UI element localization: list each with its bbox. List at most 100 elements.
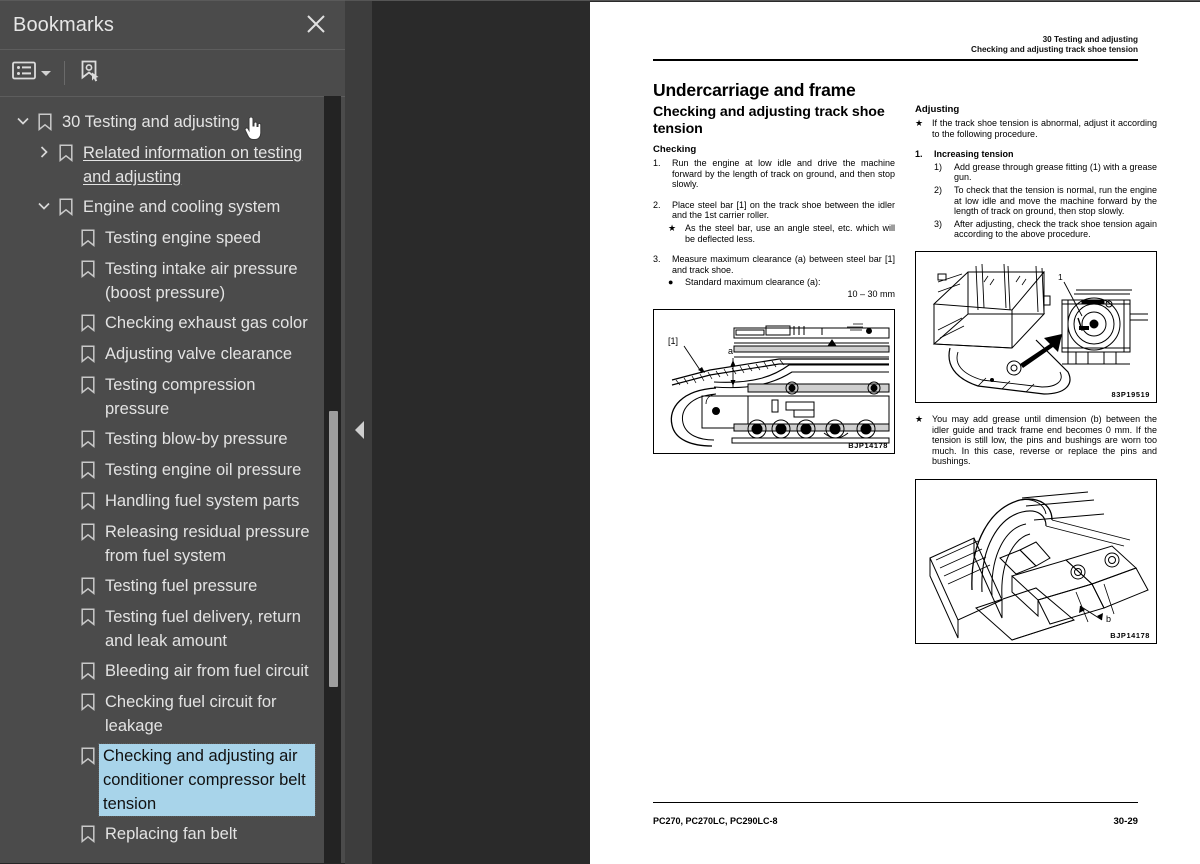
collapse-sidebar-handle[interactable] [355,421,364,439]
page-title: Undercarriage and frame [653,80,856,100]
substep-1-text: Add grease through grease fitting (1) wi… [954,161,1157,183]
step-3: 3. Measure maximum clearance (a) between… [653,254,895,275]
figure-idler-guide: b BJP14178 [915,478,1157,644]
bookmark-item[interactable]: Checking exhaust gas color [0,308,345,339]
section-heading: Checking and adjusting track shoe tensio… [653,104,885,137]
chevron-down-icon[interactable] [33,195,55,213]
bookmark-item-label: Checking fuel circuit for leakage [105,693,277,735]
bookmark-icon [77,342,99,363]
bookmark-icon [55,195,77,216]
bookmark-item[interactable]: Testing compression pressure [0,370,345,424]
header-line-2: Checking and adjusting track shoe tensio… [971,45,1138,54]
bookmark-icon [77,489,99,510]
bookmarks-panel-header: Bookmarks [0,1,345,50]
bookmark-item[interactable]: Testing fuel pressure [0,571,345,602]
bookmark-icon [77,458,99,479]
figure-idler-guide-drawing: b [929,491,1149,641]
bookmark-icon [77,690,99,711]
bookmark-item[interactable]: 30 Testing and adjusting [0,107,345,140]
bookmark-item[interactable]: Testing blow-by pressure [0,424,345,455]
figure-grease-fitting-drawing: 1 [932,263,1148,395]
bookmark-item[interactable]: Engine and cooling system [0,192,345,223]
star-bullet-icon: ★ [668,222,677,233]
bookmark-icon [34,110,56,131]
figure-label-1: 1 [1058,272,1063,282]
bookmark-item[interactable]: Checking and adjusting air conditioner c… [0,741,345,819]
bookmark-item[interactable]: Replacing fan belt [0,819,345,850]
substep-2-text: To check that the tension is normal, run… [954,184,1157,217]
bookmark-item[interactable]: Testing engine speed [0,223,345,254]
bookmark-item[interactable]: Releasing residual pressure from fuel sy… [0,517,345,571]
bookmark-item[interactable]: Related information on testing and adjus… [0,138,345,192]
sidebar-scrollbar-thumb[interactable] [329,411,338,687]
grease-note-text: You may add grease until dimension (b) b… [932,413,1157,467]
bookmark-item-label: Testing intake air pressure (boost press… [105,260,298,302]
figure-label-b: b [1106,614,1111,624]
step-2: 2. Place steel bar [1] on the track shoe… [653,200,895,221]
adjusting-step-1: 1. Increasing tension [915,149,1157,160]
adjusting-note: ★ If the track shoe tension is abnormal,… [915,118,1157,139]
bookmark-item[interactable]: Adjusting valve clearance [0,339,345,370]
bookmark-icon [77,605,99,626]
substep-3-number: 3) [934,218,943,229]
figure-label-bracket: [1] [668,336,678,346]
bookmark-item-label: Checking and adjusting air conditioner c… [98,743,316,817]
bookmark-item-label: Related information on testing and adjus… [83,144,303,186]
subsection-heading: Checking [653,144,697,155]
header-rule [653,59,1138,62]
figure-grease-fitting: 1 83P19519 [915,250,1157,403]
adjusting-substep-1: 1) Add grease through grease fitting (1)… [915,162,1157,183]
step-3-value: 10 – 30 mm [847,288,895,299]
figure-label-a: a [728,346,733,356]
bookmark-item-label: Bleeding air from fuel circuit [105,662,309,680]
footer-page-number: 30-29 [1113,816,1138,827]
figure-track-side-view: [1] a BJP14178 [653,308,895,454]
document-viewer: 30 Testing and adjusting Checking and ad… [372,0,1200,864]
bookmarks-tree[interactable]: 30 Testing and adjusting Related informat… [0,96,345,863]
star-bullet-icon: ★ [915,413,924,424]
bookmark-icon [77,574,99,595]
bookmark-item[interactable]: Testing fuel delivery, return and leak a… [0,602,345,656]
bookmark-item-label: Testing fuel delivery, return and leak a… [105,608,301,650]
bookmark-item[interactable]: Checking fuel circuit for leakage [0,687,345,741]
adjusting-step-1-text: Increasing tension [934,149,1014,160]
bookmark-options-button[interactable] [8,57,55,89]
substep-1-number: 1) [934,161,943,172]
right-column: Adjusting ★ If the track shoe tension is… [915,104,1157,644]
step-3-text: Measure maximum clearance (a) between st… [672,254,895,275]
chevron-down-icon[interactable] [12,110,34,128]
bookmark-item[interactable]: Handling fuel system parts [0,486,345,517]
adjusting-note-text: If the track shoe tension is abnormal, a… [932,118,1157,139]
bookmark-item-label: Testing engine oil pressure [105,461,302,479]
bookmark-item[interactable]: Bleeding air from fuel circuit [0,656,345,687]
bookmark-item-label: Engine and cooling system [83,198,281,216]
step-2-note-text: As the steel bar, use an angle steel, et… [685,222,895,244]
chevron-right-icon[interactable] [33,141,55,159]
bookmark-icon [77,427,99,448]
close-icon[interactable] [301,9,331,39]
bookmark-icon [55,141,77,162]
substep-2-number: 2) [934,184,943,195]
step-2-note: ★ As the steel bar, use an angle steel, … [653,223,895,244]
bookmark-icon [77,822,99,843]
step-3-note-text: Standard maximum clearance (a): [685,277,821,288]
bookmark-icon [77,257,99,278]
bookmark-item-label: Adjusting valve clearance [105,345,293,363]
bookmark-item-label: Releasing residual pressure from fuel sy… [105,523,310,565]
bookmark-item-label: Handling fuel system parts [105,492,300,510]
adjusting-step-1-number: 1. [915,149,923,160]
dot-bullet-icon: ● [668,277,674,288]
bookmark-icon [77,659,99,680]
panel-title: Bookmarks [13,13,114,36]
toolbar-divider [64,61,65,85]
pdf-page: 30 Testing and adjusting Checking and ad… [590,2,1200,864]
figure-track-side-view-drawing: [1] a [668,323,890,447]
step-1-number: 1. [653,158,661,168]
header-line-1: 30 Testing and adjusting [1042,35,1138,44]
pdf-viewer-window: Bookmarks 30 Testing and adjusting Relat… [0,0,1200,864]
bookmark-icon [77,311,99,332]
bookmark-item[interactable]: Testing intake air pressure (boost press… [0,254,345,308]
bookmark-item-label: Testing blow-by pressure [105,430,288,448]
find-current-bookmark-button[interactable] [74,57,106,89]
bookmark-item[interactable]: Testing engine oil pressure [0,455,345,486]
